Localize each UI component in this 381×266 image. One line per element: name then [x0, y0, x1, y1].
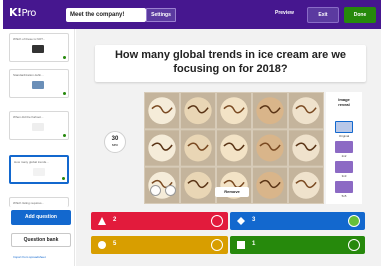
crop-icon[interactable] — [165, 185, 176, 196]
slide-thumbnail — [33, 168, 45, 176]
slide-thumbnail — [32, 45, 44, 53]
remove-image-button[interactable]: Remove — [215, 187, 249, 197]
question-text: How many global trends in ice cream are … — [114, 49, 347, 75]
answer-4-text: 1 — [252, 241, 256, 247]
question-slide-5[interactable]: Which listing requires... — [9, 197, 69, 207]
slide-title: How many global trends... — [14, 160, 49, 164]
correct-toggle-icon[interactable] — [348, 239, 360, 251]
top-bar: K!Pro Meet the company! Settings Preview… — [3, 0, 381, 29]
kahoot-logo: K!Pro — [9, 6, 36, 19]
question-bank-button[interactable]: Question bank — [11, 233, 71, 247]
question-slide-1[interactable]: Which of these is NOT... — [9, 33, 69, 62]
answer-4[interactable]: 1 — [230, 236, 365, 254]
timer-unit: sec — [111, 142, 119, 147]
time-limit-selector[interactable]: 30 sec — [104, 131, 126, 153]
done-button[interactable]: Done — [344, 7, 376, 23]
slide-title: When did the Kahoot... — [13, 115, 44, 119]
reveal-option-original[interactable] — [335, 121, 353, 133]
logo-mark: K! — [9, 6, 22, 19]
settings-button[interactable]: Settings — [146, 8, 176, 22]
answer-2-text: 3 — [252, 217, 256, 223]
slide-title: Standardization defin... — [13, 73, 44, 77]
reveal-option-2x2[interactable] — [335, 141, 353, 153]
question-sidebar: Which of these is NOT... Standardization… — [3, 29, 75, 266]
image-reveal-title: Image reveal — [326, 97, 362, 107]
slide-thumbnail — [32, 123, 44, 131]
image-reveal-panel: Image reveal Original 2x2 3x3 5x5 — [326, 92, 362, 204]
answer-1[interactable]: 2 — [91, 212, 228, 230]
triangle-icon — [98, 217, 106, 225]
correct-toggle-icon[interactable] — [211, 215, 223, 227]
question-input[interactable]: How many global trends in ice cream are … — [95, 45, 366, 82]
slide-status-dot — [62, 177, 65, 180]
answer-3[interactable]: 5 — [91, 236, 228, 254]
reveal-label-5x5: 5x5 — [341, 194, 347, 198]
image-reveal-title-line2: reveal — [338, 102, 350, 107]
reveal-label-2x2: 2x2 — [341, 154, 347, 158]
reveal-label-3x3: 3x3 — [341, 174, 347, 178]
kahoot-title-input[interactable]: Meet the company! — [66, 8, 146, 22]
diamond-icon — [237, 217, 245, 225]
answer-1-text: 2 — [113, 217, 117, 223]
correct-check-icon[interactable] — [348, 215, 360, 227]
answer-3-text: 5 — [113, 241, 117, 247]
question-slide-4[interactable]: How many global trends... — [9, 155, 69, 184]
circle-icon — [98, 241, 106, 249]
correct-toggle-icon[interactable] — [211, 239, 223, 251]
preview-button[interactable]: Preview — [275, 10, 294, 16]
add-question-button[interactable]: Add question — [11, 210, 71, 225]
exit-button[interactable]: Exit — [307, 7, 339, 23]
zoom-in-icon[interactable] — [150, 185, 161, 196]
logo-pro-label: Pro — [21, 8, 37, 19]
question-slide-2[interactable]: Standardization defin... — [9, 69, 69, 98]
slide-title: Which listing requires... — [13, 201, 45, 205]
reveal-option-3x3[interactable] — [335, 161, 353, 173]
slide-status-dot — [63, 92, 66, 95]
answer-2[interactable]: 3 — [230, 212, 365, 230]
question-slide-3[interactable]: When did the Kahoot... — [9, 111, 69, 140]
slide-title: Which of these is NOT... — [13, 37, 46, 41]
question-image: Remove — [144, 92, 324, 204]
reveal-label-original: Original — [338, 134, 350, 138]
slide-status-dot — [63, 56, 66, 59]
square-icon — [237, 241, 245, 249]
import-spreadsheet-link[interactable]: Import from spreadsheet — [13, 255, 46, 259]
slide-status-dot — [63, 134, 66, 137]
slide-thumbnail — [32, 81, 44, 89]
reveal-option-5x5[interactable] — [335, 181, 353, 193]
